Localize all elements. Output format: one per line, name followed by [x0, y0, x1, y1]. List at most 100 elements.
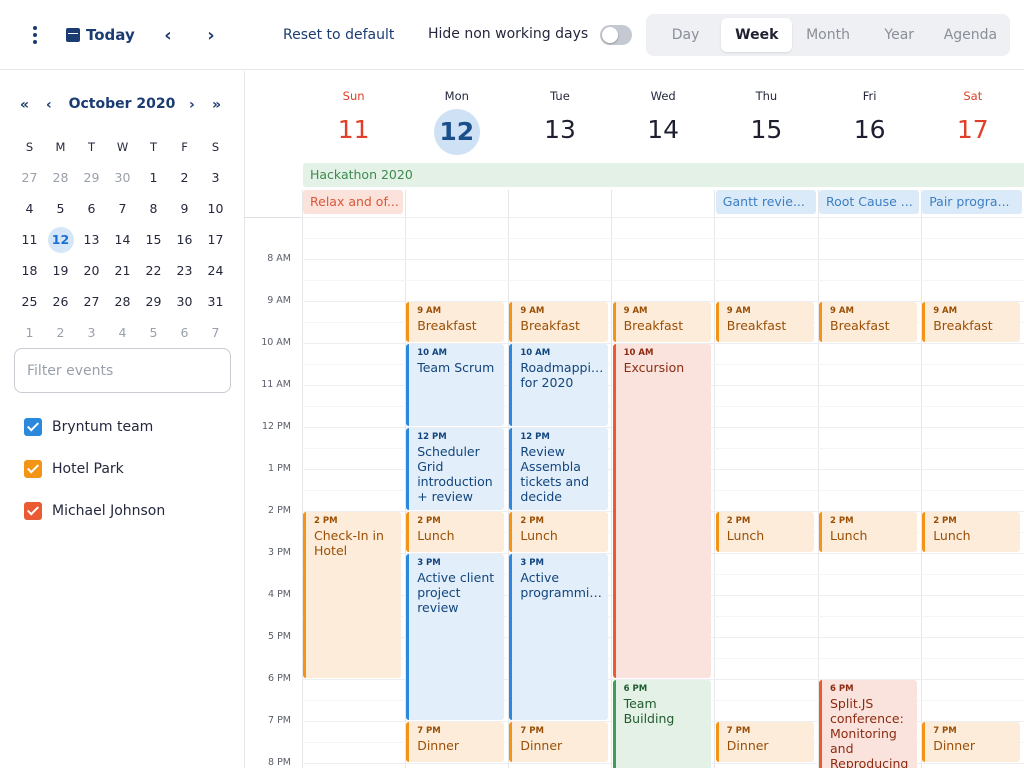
calendar-event[interactable]: 10 AM Excursion: [612, 344, 711, 678]
mode-day-button[interactable]: Day: [650, 18, 721, 52]
calendar-event[interactable]: 10 AM Roadmappi… for 2020: [509, 344, 608, 426]
allday-event[interactable]: Gantt revie...: [715, 190, 816, 214]
calendar-event[interactable]: 10 AM Team Scrum: [406, 344, 505, 426]
calendar-event[interactable]: 9 AM Breakfast: [715, 302, 814, 342]
date-cell[interactable]: 30: [169, 294, 200, 309]
date-cell[interactable]: 1: [138, 170, 169, 185]
date-cell[interactable]: 2: [169, 170, 200, 185]
calendar-event[interactable]: 12 PM Review Assembla tickets and decide: [509, 428, 608, 510]
date-cell[interactable]: 5: [138, 325, 169, 340]
menu-icon[interactable]: [22, 20, 48, 50]
date-cell[interactable]: 11: [14, 232, 45, 247]
calendar-event[interactable]: 7 PM Dinner: [715, 722, 814, 762]
calendar-event[interactable]: 2 PM Lunch: [922, 512, 1021, 552]
date-cell[interactable]: 20: [76, 263, 107, 278]
calendar-event[interactable]: 2 PM Lunch: [509, 512, 608, 552]
calendar-event[interactable]: 2 PM Lunch: [406, 512, 505, 552]
day-header[interactable]: Sat 17: [921, 71, 1024, 161]
date-cell[interactable]: 24: [200, 263, 231, 278]
calendar-event[interactable]: 2 PM Lunch: [715, 512, 814, 552]
hide-non-working-days-toggle[interactable]: [600, 25, 632, 45]
allday-event[interactable]: Relax and of...: [303, 190, 404, 214]
mode-agenda-button[interactable]: Agenda: [935, 18, 1006, 52]
date-cell[interactable]: 19: [45, 263, 76, 278]
next-month-button[interactable]: ›: [189, 97, 195, 113]
day-header[interactable]: Mon 12: [405, 71, 508, 161]
date-cell[interactable]: 14: [107, 232, 138, 247]
reset-to-default-button[interactable]: Reset to default: [283, 20, 394, 50]
mode-month-button[interactable]: Month: [792, 18, 863, 52]
date-cell[interactable]: 29: [138, 294, 169, 309]
checkbox-checked-icon[interactable]: [24, 418, 42, 436]
date-cell[interactable]: 4: [107, 325, 138, 340]
date-cell[interactable]: 16: [169, 232, 200, 247]
date-cell[interactable]: 15: [138, 232, 169, 247]
date-cell[interactable]: 27: [76, 294, 107, 309]
today-button[interactable]: Today: [66, 20, 135, 50]
calendar-event[interactable]: 2 PM Check-In in Hotel: [303, 512, 402, 678]
date-cell[interactable]: 6: [76, 201, 107, 216]
calendar-event[interactable]: 9 AM Breakfast: [509, 302, 608, 342]
calendar-event[interactable]: 12 PM Scheduler Grid introduction + revie…: [406, 428, 505, 510]
checkbox-checked-icon[interactable]: [24, 502, 42, 520]
date-cell[interactable]: 18: [14, 263, 45, 278]
day-header[interactable]: Thu 15: [715, 71, 818, 161]
resource-filter-item[interactable]: Michael Johnson: [24, 502, 165, 520]
day-header[interactable]: Sun 11: [302, 71, 405, 161]
date-cell[interactable]: 31: [200, 294, 231, 309]
selected-date[interactable]: 12: [45, 226, 76, 253]
calendar-event[interactable]: 6 PM Team Building: [612, 680, 711, 768]
resource-filter-item[interactable]: Hotel Park: [24, 460, 124, 478]
calendar-event[interactable]: 9 AM Breakfast: [612, 302, 711, 342]
date-cell[interactable]: 30: [107, 170, 138, 185]
calendar-event[interactable]: 7 PM Dinner: [509, 722, 608, 762]
allday-event[interactable]: Root Cause ...: [819, 190, 920, 214]
date-cell[interactable]: 4: [14, 201, 45, 216]
previous-year-button[interactable]: «: [20, 97, 29, 113]
calendar-event[interactable]: 9 AM Breakfast: [406, 302, 505, 342]
date-cell[interactable]: 13: [76, 232, 107, 247]
day-header[interactable]: Fri 16: [818, 71, 921, 161]
mode-week-button[interactable]: Week: [721, 18, 793, 52]
date-cell[interactable]: 29: [76, 170, 107, 185]
calendar-event[interactable]: 9 AM Breakfast: [922, 302, 1021, 342]
resource-filter-item[interactable]: Bryntum team: [24, 418, 153, 436]
calendar-event[interactable]: 9 AM Breakfast: [819, 302, 918, 342]
checkbox-checked-icon[interactable]: [24, 460, 42, 478]
date-cell[interactable]: 7: [107, 201, 138, 216]
calendar-event[interactable]: 7 PM Dinner: [406, 722, 505, 762]
date-cell[interactable]: 2: [45, 325, 76, 340]
previous-week-button[interactable]: ‹: [158, 20, 178, 50]
date-cell[interactable]: 28: [45, 170, 76, 185]
date-cell[interactable]: 25: [14, 294, 45, 309]
date-cell[interactable]: 5: [45, 201, 76, 216]
day-header[interactable]: Tue 13: [508, 71, 611, 161]
date-cell[interactable]: 17: [200, 232, 231, 247]
date-cell[interactable]: 9: [169, 201, 200, 216]
previous-month-button[interactable]: ‹: [46, 97, 52, 113]
date-cell[interactable]: 23: [169, 263, 200, 278]
date-cell[interactable]: 28: [107, 294, 138, 309]
day-header[interactable]: Wed 14: [612, 71, 715, 161]
datepicker-title[interactable]: October 2020: [62, 96, 182, 112]
filter-events-input[interactable]: [14, 348, 231, 393]
date-cell[interactable]: 10: [200, 201, 231, 216]
calendar-event[interactable]: 7 PM Dinner: [922, 722, 1021, 762]
next-year-button[interactable]: »: [212, 97, 221, 113]
allday-event[interactable]: Hackathon 2020: [303, 163, 1024, 187]
date-cell[interactable]: 7: [200, 325, 231, 340]
date-cell[interactable]: 22: [138, 263, 169, 278]
calendar-event[interactable]: 2 PM Lunch: [819, 512, 918, 552]
date-cell[interactable]: 8: [138, 201, 169, 216]
date-cell[interactable]: 3: [76, 325, 107, 340]
calendar-event[interactable]: 3 PM Active programmi…: [509, 554, 608, 720]
date-cell[interactable]: 6: [169, 325, 200, 340]
date-cell[interactable]: 3: [200, 170, 231, 185]
next-week-button[interactable]: ›: [201, 20, 221, 50]
calendar-event[interactable]: 6 PM Split.JS conference: Monitoring and …: [819, 680, 918, 768]
date-cell[interactable]: 27: [14, 170, 45, 185]
date-cell[interactable]: 21: [107, 263, 138, 278]
allday-event[interactable]: Pair progra...: [922, 190, 1023, 214]
date-cell[interactable]: 26: [45, 294, 76, 309]
date-cell[interactable]: 1: [14, 325, 45, 340]
